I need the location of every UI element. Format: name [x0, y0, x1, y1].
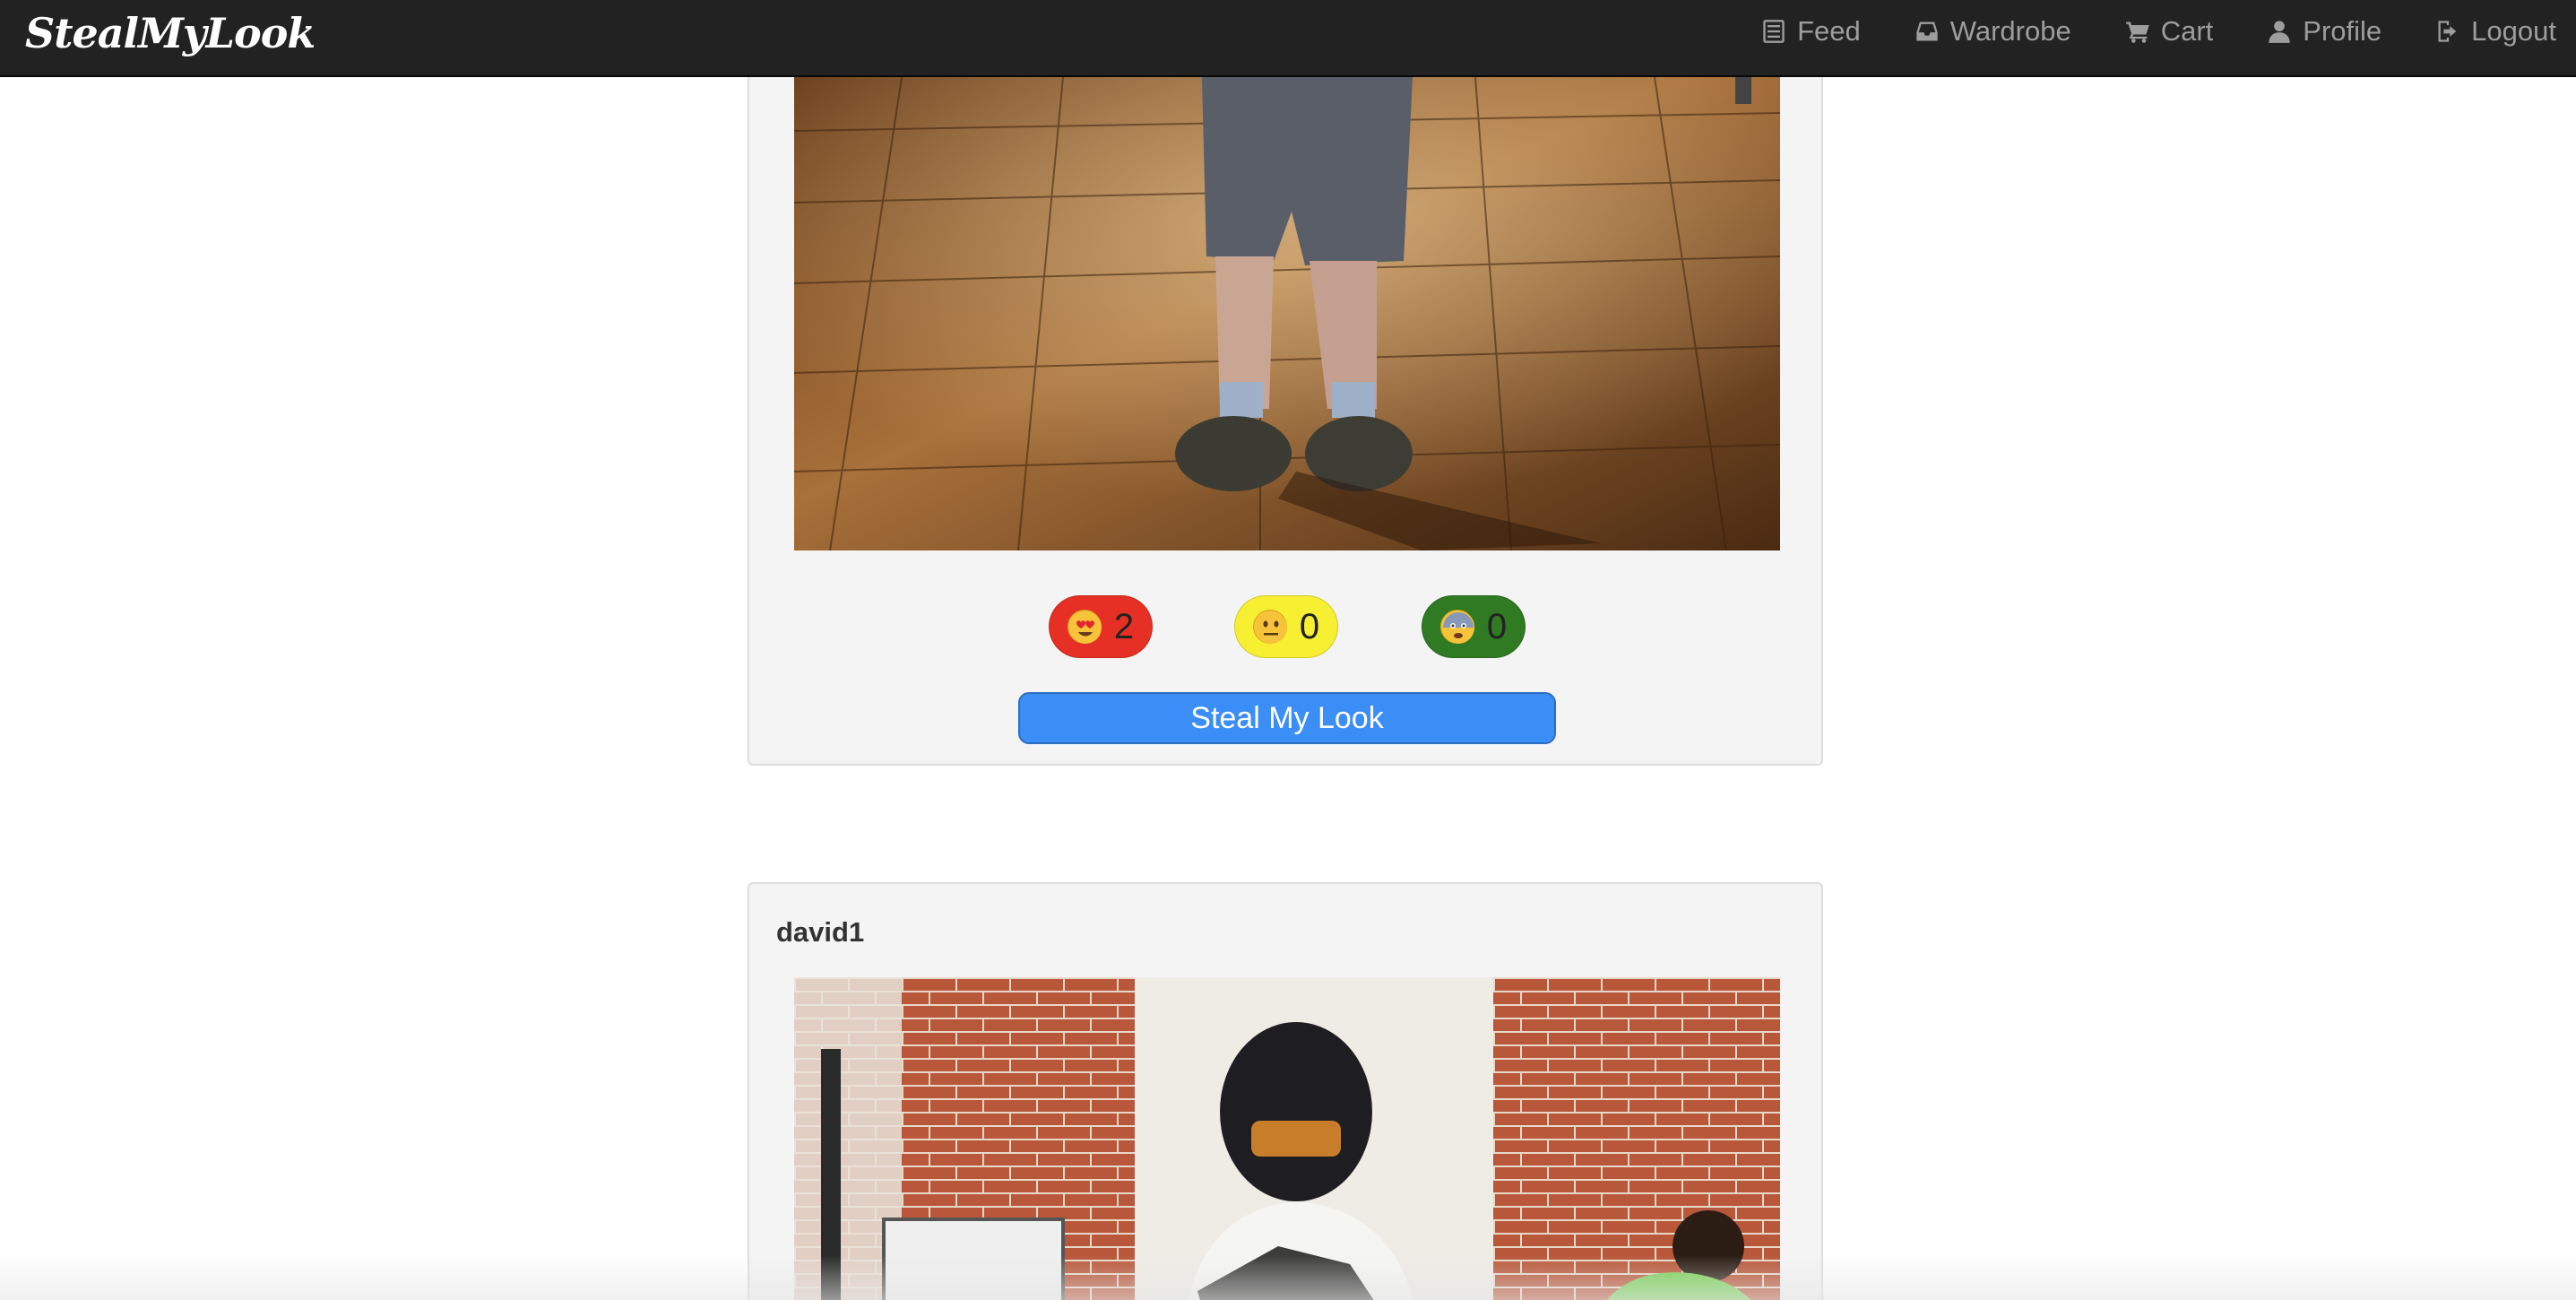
nav-item-wardrobe[interactable]: Wardrobe — [1915, 15, 2071, 48]
reaction-bar: 2 0 0 — [749, 595, 1821, 660]
reaction-love-count: 2 — [1113, 606, 1135, 646]
outfit-photo[interactable] — [794, 977, 1780, 1300]
heart-eyes-emoji-icon — [1067, 610, 1102, 644]
reaction-meh-button[interactable]: 0 — [1234, 595, 1338, 658]
nav-item-label: Cart — [2160, 15, 2214, 47]
brand-logo[interactable]: StealMyLook — [25, 9, 316, 57]
nav-item-label: Profile — [2303, 15, 2382, 47]
top-navbar: StealMyLook Feed Wardrobe Cart Profile L… — [0, 0, 2576, 77]
cart-icon — [2125, 22, 2149, 43]
logout-icon — [2438, 21, 2457, 42]
nav-item-profile[interactable]: Profile — [2267, 15, 2382, 48]
nav-item-cart[interactable]: Cart — [2125, 15, 2214, 48]
nav-item-label: Logout — [2471, 15, 2556, 47]
neutral-face-emoji-icon — [1252, 610, 1287, 644]
reaction-fear-count: 0 — [1486, 606, 1508, 646]
outfit-photo-image — [794, 977, 1780, 1300]
reaction-love-button[interactable]: 2 — [1049, 595, 1153, 658]
post-username[interactable]: david1 — [776, 916, 864, 949]
nav-item-label: Feed — [1797, 15, 1861, 47]
post-card: 2 0 0 Steal My Look — [748, 45, 1823, 766]
inbox-icon — [1916, 22, 1938, 41]
reaction-fear-button[interactable]: 0 — [1422, 595, 1526, 658]
nav-item-label: Wardrobe — [1949, 15, 2071, 47]
list-icon — [1763, 20, 1785, 43]
nav-item-feed[interactable]: Feed — [1761, 15, 1861, 48]
reaction-meh-count: 0 — [1299, 606, 1320, 646]
post-card: david1 — [748, 882, 1823, 1300]
nav-links: Feed Wardrobe Cart Profile Logout — [1707, 0, 2556, 63]
page: StealMyLook Feed Wardrobe Cart Profile L… — [0, 0, 2576, 1300]
outfit-photo[interactable] — [794, 77, 1780, 550]
nav-item-logout[interactable]: Logout — [2435, 15, 2556, 48]
user-icon — [2269, 21, 2290, 43]
outfit-photo-image — [794, 77, 1780, 550]
fearful-face-emoji-icon — [1439, 610, 1474, 644]
steal-my-look-button[interactable]: Steal My Look — [1018, 692, 1556, 744]
